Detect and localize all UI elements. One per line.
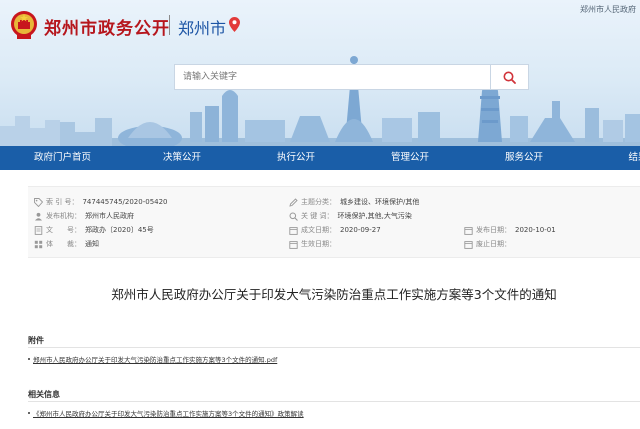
search-icon — [503, 71, 516, 84]
related-info-heading: 相关信息 — [28, 390, 60, 399]
nav-item-result[interactable]: 结果 — [581, 146, 640, 170]
national-emblem-logo — [11, 11, 37, 39]
grid-icon — [34, 240, 43, 248]
meta-value: 郑州市人民政府 — [85, 212, 134, 220]
meta-date-made: 成文日期： 2020-09-27 — [289, 224, 381, 236]
meta-value: 通知 — [85, 240, 99, 248]
edit-icon — [289, 197, 298, 207]
meta-label: 废止日期： — [476, 240, 511, 248]
nav-item-portal-home[interactable]: 政府门户首页 — [0, 146, 125, 170]
meta-value: 2020-10-01 — [515, 226, 556, 234]
document-metadata-panel: 索 引 号： 747445745/2020-05420 主题分类： 城乡建设、环… — [28, 186, 640, 258]
calendar-icon — [464, 226, 473, 235]
document-icon — [34, 225, 43, 235]
meta-effective-date: 生效日期： — [289, 238, 340, 250]
meta-label: 发布机构： — [46, 212, 81, 220]
user-icon — [35, 212, 42, 220]
calendar-icon — [289, 240, 298, 249]
city-selector[interactable]: 郑州市 — [178, 15, 226, 39]
city-skyline-illustration — [0, 56, 640, 146]
article-title: 郑州市人民政府办公厅关于印发大气污染防治重点工作实施方案等3个文件的通知 — [111, 287, 557, 302]
site-title[interactable]: 郑州市政务公开 — [44, 14, 170, 39]
meta-label: 关 键 词： — [301, 212, 334, 220]
meta-value: 2020-09-27 — [340, 226, 381, 234]
list-bullet — [28, 412, 30, 414]
meta-value: 环境保护,其他,大气污染 — [337, 212, 412, 220]
meta-label: 主题分类： — [301, 198, 336, 206]
search-input[interactable] — [175, 65, 465, 89]
meta-genre: 体 裁： 通知 — [34, 238, 99, 250]
meta-label: 发布日期： — [476, 226, 511, 234]
search-icon — [289, 212, 298, 221]
title-divider — [169, 15, 170, 35]
tag-icon — [34, 197, 43, 207]
nav-item-management[interactable]: 管理公开 — [353, 146, 467, 170]
attachments-heading: 附件 — [28, 336, 44, 345]
meta-label: 索 引 号： — [46, 198, 79, 206]
meta-keywords: 关 键 词： 环境保护,其他,大气污染 — [289, 210, 412, 222]
header-banner: 郑州市政务公开 郑州市 郑州市人民政府 — [0, 0, 640, 146]
attachment-pdf-link[interactable]: 郑州市人民政府办公厅关于印发大气污染防治重点工作实施方案等3个文件的通知.pdf — [33, 354, 277, 364]
nav-item-execution[interactable]: 执行公开 — [239, 146, 353, 170]
search-button[interactable] — [491, 64, 529, 90]
list-bullet — [28, 358, 30, 360]
meta-label: 生效日期： — [301, 240, 336, 248]
section-divider — [28, 401, 640, 402]
calendar-icon — [289, 226, 298, 235]
section-divider — [28, 347, 640, 348]
page: 郑州市政务公开 郑州市 郑州市人民政府 政府门户首页 决策公开 执行公开 管理公… — [0, 0, 640, 429]
meta-issuer: 发布机构： 郑州市人民政府 — [34, 210, 134, 222]
nav-item-decision[interactable]: 决策公开 — [125, 146, 239, 170]
calendar-icon — [464, 240, 473, 249]
top-link[interactable]: 郑州市人民政府 — [580, 4, 636, 15]
main-nav: 政府门户首页 决策公开 执行公开 管理公开 服务公开 结果 — [0, 146, 640, 170]
related-info-link[interactable]: 《郑州市人民政府办公厅关于印发大气污染防治重点工作实施方案等3个文件的通知》政策… — [33, 408, 304, 418]
meta-label: 成文日期： — [301, 226, 336, 234]
meta-date-published: 发布日期： 2020-10-01 — [464, 224, 556, 236]
search-box — [174, 64, 491, 90]
location-pin-icon[interactable] — [229, 17, 240, 32]
meta-topic: 主题分类： 城乡建设、环境保护/其他 — [289, 196, 419, 208]
meta-label: 文 号： — [46, 226, 81, 234]
meta-value: 747445745/2020-05420 — [82, 198, 168, 206]
meta-index-number: 索 引 号： 747445745/2020-05420 — [34, 196, 168, 208]
meta-abolish-date: 废止日期： — [464, 238, 515, 250]
meta-value: 城乡建设、环境保护/其他 — [340, 198, 420, 206]
nav-item-service[interactable]: 服务公开 — [467, 146, 581, 170]
meta-value: 郑政办〔2020〕45号 — [85, 226, 154, 234]
meta-label: 体 裁： — [46, 240, 81, 248]
meta-document-number: 文 号： 郑政办〔2020〕45号 — [34, 224, 154, 236]
